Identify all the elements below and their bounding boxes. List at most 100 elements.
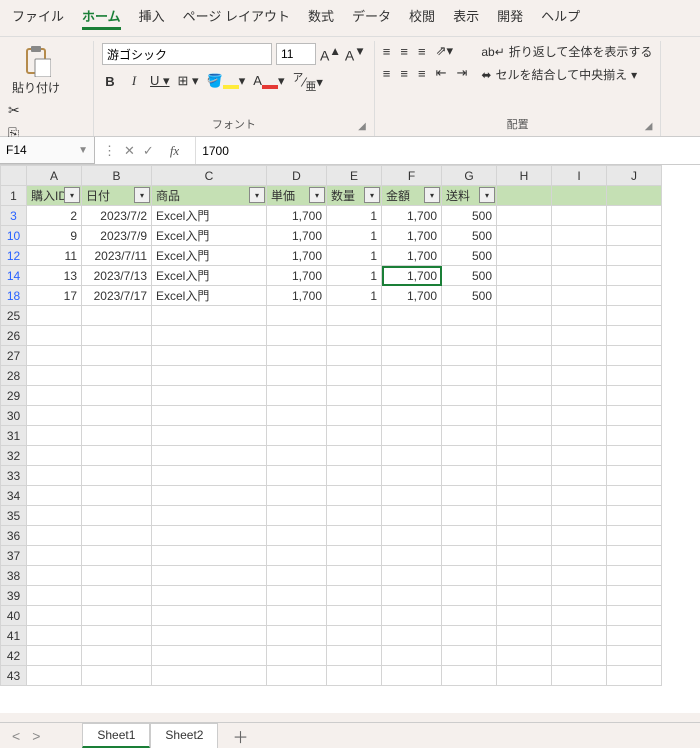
- cell[interactable]: [82, 646, 152, 666]
- cell[interactable]: [497, 226, 552, 246]
- menu-校閲[interactable]: 校閲: [409, 6, 435, 30]
- cell[interactable]: [27, 526, 82, 546]
- cell[interactable]: [382, 626, 442, 646]
- cell[interactable]: 1,700: [382, 266, 442, 286]
- cell[interactable]: 500: [442, 266, 497, 286]
- cell[interactable]: [552, 386, 607, 406]
- cell[interactable]: [497, 586, 552, 606]
- cell[interactable]: [607, 346, 662, 366]
- fill-color-button[interactable]: 🪣▾: [207, 73, 246, 89]
- cell[interactable]: [152, 546, 267, 566]
- cell[interactable]: [497, 186, 552, 206]
- row-header[interactable]: 3: [1, 206, 27, 226]
- cell[interactable]: [497, 646, 552, 666]
- cell[interactable]: [607, 386, 662, 406]
- cell[interactable]: 1,700: [267, 226, 327, 246]
- cell[interactable]: [152, 586, 267, 606]
- col-header-I[interactable]: I: [552, 166, 607, 186]
- name-box[interactable]: ▼: [0, 137, 95, 164]
- cell[interactable]: [552, 266, 607, 286]
- chevron-down-icon[interactable]: ▼: [78, 145, 88, 156]
- cell[interactable]: [152, 366, 267, 386]
- cell[interactable]: [82, 566, 152, 586]
- cell[interactable]: [267, 506, 327, 526]
- dropdown-icon[interactable]: ⋮: [103, 143, 116, 159]
- cell[interactable]: 商品▾: [152, 186, 267, 206]
- cell[interactable]: 単価▾: [267, 186, 327, 206]
- menu-データ[interactable]: データ: [352, 6, 391, 30]
- sheet-nav-prev[interactable]: <: [8, 728, 24, 744]
- cell[interactable]: [82, 526, 152, 546]
- cell[interactable]: [82, 346, 152, 366]
- cell[interactable]: [382, 306, 442, 326]
- cell[interactable]: 金額▾: [382, 186, 442, 206]
- row-header[interactable]: 35: [1, 506, 27, 526]
- filter-button[interactable]: ▾: [309, 187, 325, 203]
- cell[interactable]: [27, 346, 82, 366]
- dialog-launcher-icon[interactable]: ◢: [358, 121, 366, 132]
- cell[interactable]: [497, 246, 552, 266]
- cell[interactable]: [327, 386, 382, 406]
- row-header[interactable]: 33: [1, 466, 27, 486]
- cell[interactable]: [382, 466, 442, 486]
- row-header[interactable]: 34: [1, 486, 27, 506]
- cell[interactable]: [497, 546, 552, 566]
- cell[interactable]: [442, 586, 497, 606]
- cell[interactable]: [267, 666, 327, 686]
- cell[interactable]: [607, 266, 662, 286]
- cell[interactable]: [552, 346, 607, 366]
- cell[interactable]: [82, 366, 152, 386]
- cell[interactable]: 日付▾: [82, 186, 152, 206]
- row-header[interactable]: 32: [1, 446, 27, 466]
- cell[interactable]: [382, 606, 442, 626]
- cell[interactable]: [27, 466, 82, 486]
- cell[interactable]: [607, 286, 662, 306]
- cell[interactable]: [442, 366, 497, 386]
- row-header[interactable]: 27: [1, 346, 27, 366]
- filter-button[interactable]: ▾: [424, 187, 440, 203]
- cell[interactable]: 送料▾: [442, 186, 497, 206]
- cell[interactable]: [382, 386, 442, 406]
- cell[interactable]: [552, 546, 607, 566]
- cell[interactable]: [327, 506, 382, 526]
- cell[interactable]: [152, 446, 267, 466]
- cell[interactable]: [607, 446, 662, 466]
- filter-button[interactable]: ▾: [249, 187, 265, 203]
- cell[interactable]: [27, 446, 82, 466]
- cell[interactable]: [267, 386, 327, 406]
- align-center-icon[interactable]: ≡: [400, 66, 408, 81]
- cell[interactable]: [552, 626, 607, 646]
- cell[interactable]: [82, 546, 152, 566]
- cell[interactable]: 11: [27, 246, 82, 266]
- cell[interactable]: [27, 666, 82, 686]
- col-header-C[interactable]: C: [152, 166, 267, 186]
- cell[interactable]: [382, 506, 442, 526]
- name-box-input[interactable]: [6, 143, 66, 157]
- cell[interactable]: [267, 306, 327, 326]
- italic-button[interactable]: I: [126, 73, 142, 89]
- cell[interactable]: [497, 666, 552, 686]
- row-header[interactable]: 43: [1, 666, 27, 686]
- orientation-icon[interactable]: ⇗▾: [436, 43, 453, 59]
- filter-button[interactable]: ▾: [364, 187, 380, 203]
- row-header[interactable]: 40: [1, 606, 27, 626]
- menu-開発[interactable]: 開発: [497, 6, 523, 30]
- cell[interactable]: [267, 446, 327, 466]
- increase-font-icon[interactable]: A▲: [320, 45, 341, 64]
- cell[interactable]: [442, 666, 497, 686]
- cell[interactable]: [552, 286, 607, 306]
- cell[interactable]: 1,700: [382, 226, 442, 246]
- align-left-icon[interactable]: ≡: [383, 66, 391, 81]
- row-header[interactable]: 31: [1, 426, 27, 446]
- cell[interactable]: [442, 486, 497, 506]
- cell[interactable]: [152, 646, 267, 666]
- cell[interactable]: [607, 206, 662, 226]
- menu-ファイル[interactable]: ファイル: [12, 6, 64, 30]
- decrease-font-icon[interactable]: A▼: [345, 45, 366, 64]
- select-all-corner[interactable]: [1, 166, 27, 186]
- cell[interactable]: [442, 446, 497, 466]
- cell[interactable]: 2023/7/17: [82, 286, 152, 306]
- cell[interactable]: [607, 606, 662, 626]
- menu-挿入[interactable]: 挿入: [139, 6, 165, 30]
- cell[interactable]: [497, 266, 552, 286]
